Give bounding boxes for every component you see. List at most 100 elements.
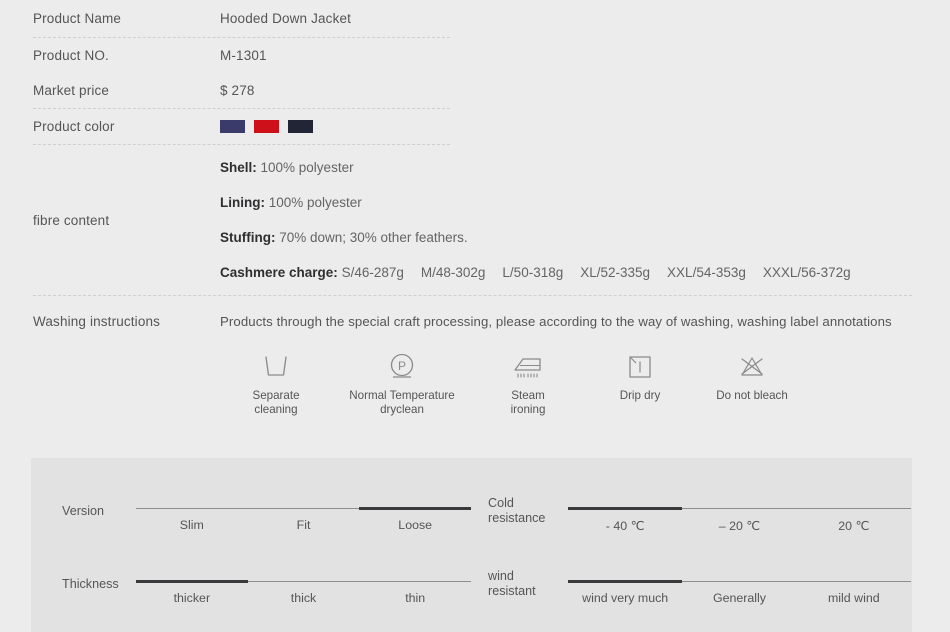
cashmere-size-item: XXXL/56-372g	[762, 265, 851, 280]
care-symbol-list: Separate cleaning P Normal Temperature drycl…	[220, 352, 950, 417]
slider-segment[interactable]	[796, 508, 911, 509]
fibre-line-key: Shell:	[220, 160, 261, 175]
slider-segment[interactable]	[796, 581, 911, 582]
fibre-line-key: Lining:	[220, 195, 269, 210]
fibre-line: Shell: 100% polyester	[220, 150, 950, 185]
attribute-grid: Version Slim Fit Loose Cold resistance - 40 ℃ –…	[31, 458, 912, 626]
fibre-line-value: 100% polyester	[268, 195, 362, 210]
attribute-cell: wind resistant wind very much Generally mild…	[471, 553, 911, 626]
fibre-content-label: fibre content	[33, 212, 110, 228]
slider-option-label[interactable]: Loose	[359, 518, 471, 532]
slider-labels: thicker thick thin	[136, 591, 471, 605]
cashmere-size-item: M/48-302g	[420, 265, 486, 280]
attribute-cell: Thickness thicker thick thin	[31, 553, 472, 626]
slider-option-label[interactable]: Fit	[248, 518, 360, 532]
washing-instructions-text: Products through the special craft proce…	[220, 314, 892, 329]
slider-labels: Slim Fit Loose	[136, 518, 471, 532]
spec-row-product-no: Product NO. M-1301	[0, 38, 950, 73]
fibre-line-value: 70% down; 30% other feathers.	[279, 230, 468, 245]
product-no-value: M-1301	[220, 48, 267, 63]
attribute-name: Version	[62, 504, 105, 518]
color-swatch-red[interactable]	[254, 120, 279, 133]
cashmere-size-list: S/46-287g M/48-302g L/50-318g XL/52-335g XXL…	[342, 265, 851, 280]
slider-track[interactable]	[136, 580, 472, 583]
slider-option-label[interactable]: mild wind	[797, 591, 911, 605]
attribute-slider[interactable]: thicker thick thin	[136, 553, 472, 605]
do-not-bleach-icon	[737, 352, 767, 382]
slider-option-label[interactable]: wind very much	[568, 591, 682, 605]
attribute-cell: Version Slim Fit Loose	[31, 480, 472, 553]
care-item-drip-dry: Drip dry	[584, 352, 696, 417]
care-item-steam-iron: Steam ironing	[472, 352, 584, 417]
spec-row-market-price: Market price $ 278	[0, 73, 950, 108]
slider-option-label[interactable]: - 40 ℃	[568, 518, 682, 533]
slider-track[interactable]	[136, 507, 472, 510]
slider-segment[interactable]	[247, 581, 360, 582]
attribute-slider[interactable]: - 40 ℃ – 20 ℃ 20 ℃	[568, 480, 911, 533]
steam-iron-icon	[511, 352, 545, 382]
cashmere-size-item: XL/52-335g	[580, 265, 651, 280]
slider-segment-active[interactable]	[359, 507, 472, 510]
attribute-slider[interactable]: wind very much Generally mild wind	[568, 553, 911, 605]
color-swatch-dark-navy[interactable]	[288, 120, 313, 133]
care-item-label: Steam ironing	[510, 389, 546, 416]
slider-segment[interactable]	[682, 581, 797, 582]
cashmere-charge-key: Cashmere charge:	[220, 265, 342, 280]
dryclean-p-icon: P	[387, 352, 417, 382]
color-swatch-navy-blue[interactable]	[220, 120, 245, 133]
cashmere-size-item: L/50-318g	[502, 265, 564, 280]
product-spec-sheet: Product Name Hooded Down Jacket Product …	[0, 0, 950, 632]
fibre-content-lines: Shell: 100% polyester Lining: 100% polyes…	[220, 150, 950, 290]
slider-segment-active[interactable]	[136, 580, 248, 583]
market-price-label: Market price	[33, 83, 110, 98]
slider-option-label[interactable]: thicker	[136, 591, 248, 605]
slider-segment[interactable]	[136, 508, 248, 509]
svg-text:P: P	[398, 359, 406, 373]
spec-row-washing-instructions: Washing instructions Products through th…	[0, 296, 950, 417]
care-item-label: Normal Temperature dryclean	[349, 389, 455, 416]
fibre-line-key: Stuffing:	[220, 230, 280, 245]
spec-row-fibre-content: fibre content Shell: 100% polyester Linin…	[0, 145, 950, 295]
attribute-cell: Cold resistance - 40 ℃ – 20 ℃ 20 ℃	[471, 480, 911, 553]
fibre-line: Lining: 100% polyester	[220, 185, 950, 220]
color-swatch-list	[220, 120, 950, 133]
care-item-label: Separate cleaning	[252, 389, 300, 416]
slider-segment-active[interactable]	[568, 507, 683, 510]
slider-labels: wind very much Generally mild wind	[568, 591, 911, 605]
attribute-slider[interactable]: Slim Fit Loose	[136, 480, 472, 532]
care-item-label: Do not bleach	[716, 389, 788, 402]
cashmere-size-item: S/46-287g	[341, 265, 404, 280]
fibre-line-value: 100% polyester	[260, 160, 354, 175]
slider-track[interactable]	[568, 580, 911, 583]
slider-segment[interactable]	[359, 581, 472, 582]
market-price-value: $ 278	[220, 83, 255, 98]
cashmere-charge-line: Cashmere charge: S/46-287g M/48-302g L/50-…	[220, 255, 950, 290]
attribute-name: Cold resistance	[488, 496, 546, 525]
fibre-line: Stuffing: 70% down; 30% other feathers.	[220, 220, 950, 255]
slider-segment-active[interactable]	[568, 580, 683, 583]
product-name-label: Product Name	[33, 11, 122, 26]
care-item-do-not-bleach: Do not bleach	[696, 352, 808, 417]
slider-option-label[interactable]: thick	[248, 591, 360, 605]
slider-segment[interactable]	[682, 508, 797, 509]
care-item-label: Drip dry	[619, 389, 661, 402]
slider-option-label[interactable]: Slim	[136, 518, 248, 532]
attribute-name: wind resistant	[488, 569, 536, 598]
slider-option-label[interactable]: 20 ℃	[797, 518, 911, 533]
slider-option-label[interactable]: thin	[359, 591, 471, 605]
slider-track[interactable]	[568, 507, 911, 510]
product-color-label: Product color	[33, 119, 115, 134]
product-no-label: Product NO.	[33, 48, 109, 63]
cashmere-size-item: XXL/54-353g	[667, 265, 746, 280]
slider-labels: - 40 ℃ – 20 ℃ 20 ℃	[568, 518, 911, 533]
attribute-name: Thickness	[62, 577, 119, 591]
wash-tub-icon	[261, 352, 291, 382]
slider-segment[interactable]	[247, 508, 360, 509]
drip-dry-icon	[627, 352, 653, 382]
spec-row-product-name: Product Name Hooded Down Jacket	[0, 0, 950, 37]
attribute-panel: Version Slim Fit Loose Cold resistance - 40 ℃ –…	[31, 458, 912, 632]
slider-option-label[interactable]: Generally	[682, 591, 796, 605]
care-item-wash-tub: Separate cleaning	[220, 352, 332, 417]
product-name-value: Hooded Down Jacket	[220, 11, 352, 26]
slider-option-label[interactable]: – 20 ℃	[682, 518, 796, 533]
